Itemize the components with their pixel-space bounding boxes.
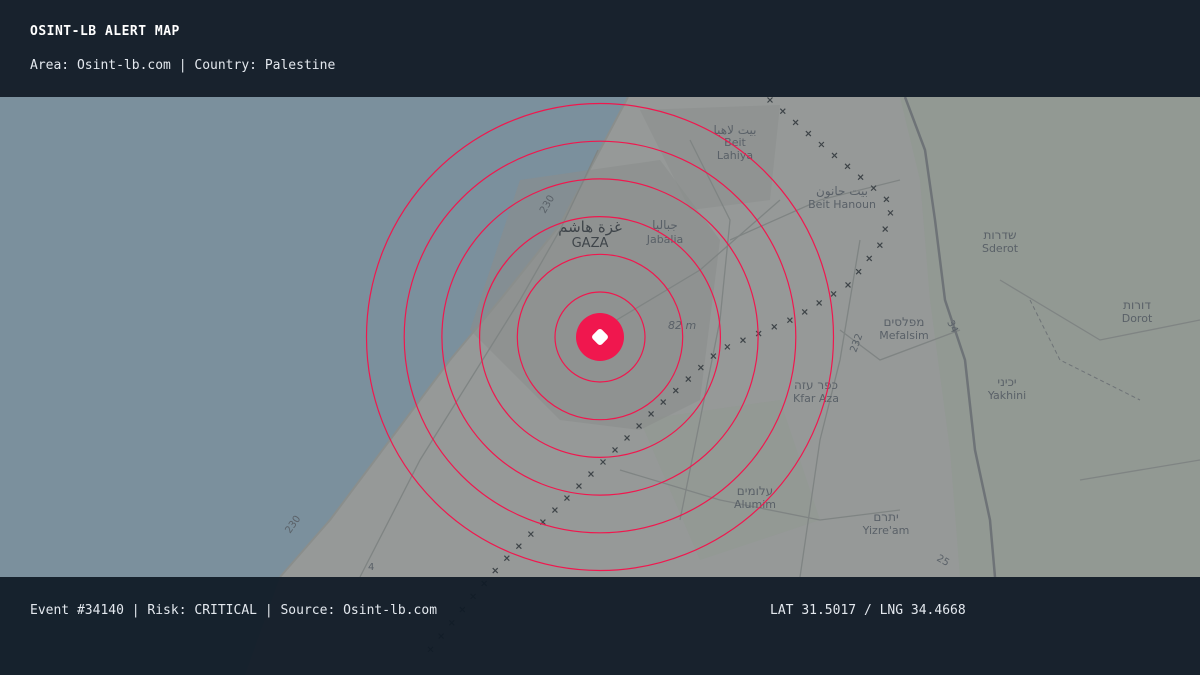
event-info-line: Event #34140 | Risk: CRITICAL | Source: …	[30, 603, 437, 618]
risk-label: Risk:	[147, 603, 187, 618]
place-native-dorot: דורות	[1123, 298, 1151, 312]
place-native-beit-hanoun: بيت حانون	[816, 184, 868, 199]
country-value: Palestine	[264, 58, 336, 73]
area-label: Area:	[30, 58, 70, 73]
map-canvas[interactable]: بيت لاهيا Beit Lahiya بيت حانون Beit Han…	[0, 0, 1200, 675]
place-native-alumim: עלומים	[737, 484, 773, 498]
source-value: Osint-lb.com	[343, 603, 438, 618]
lat-value: 31.5017	[801, 603, 857, 618]
alert-map: بيت لاهيا Beit Lahiya بيت حانون Beit Han…	[0, 0, 1200, 675]
risk-value: CRITICAL	[194, 603, 257, 618]
separator: |	[178, 58, 187, 73]
area-value: Osint-lb.com	[76, 58, 171, 73]
place-native-yizream: יתרם	[873, 510, 898, 524]
lat-label: LAT	[770, 603, 794, 618]
place-latin-yizream: Yizre'am	[862, 524, 910, 537]
header-banner	[0, 0, 1200, 97]
place-latin-alumim: Alumim	[734, 498, 776, 511]
footer-banner	[0, 577, 1200, 675]
place-native-mefalsim: מפלסים	[884, 315, 925, 329]
place-native-beit-lahiya: بيت لاهيا	[713, 123, 756, 137]
place-native-yakhini: יכיני	[997, 375, 1016, 389]
lng-value: 34.4668	[910, 603, 966, 618]
place-latin-mefalsim: Mefalsim	[879, 329, 928, 342]
source-label: Source:	[280, 603, 336, 618]
coordinates-readout: LAT 31.5017 / LNG 34.4668	[770, 603, 966, 618]
road-label-4: 4	[368, 562, 374, 573]
place-latin-sderot: Sderot	[982, 242, 1019, 255]
map-title: OSINT-LB ALERT MAP	[30, 24, 180, 39]
country-label: Country:	[194, 58, 257, 73]
place-latin-yakhini: Yakhini	[987, 389, 1026, 402]
place-latin-dorot: Dorot	[1122, 312, 1153, 325]
place-native-kfar-aza: כפר עזה	[794, 378, 838, 392]
place-latin-kfar-aza: Kfar Aza	[793, 392, 839, 405]
separator: |	[264, 603, 273, 618]
separator: |	[131, 603, 140, 618]
area-country-line: Area: Osint-lb.com | Country: Palestine	[30, 58, 335, 73]
lng-label: LNG	[879, 603, 904, 618]
place-latin-gaza: GAZA	[572, 236, 609, 251]
place-native-sderot: שדרות	[984, 228, 1017, 242]
separator: /	[863, 603, 872, 618]
place-latin-beit-hanoun: Beit Hanoun	[808, 198, 876, 211]
event-id: Event #34140	[30, 603, 124, 618]
